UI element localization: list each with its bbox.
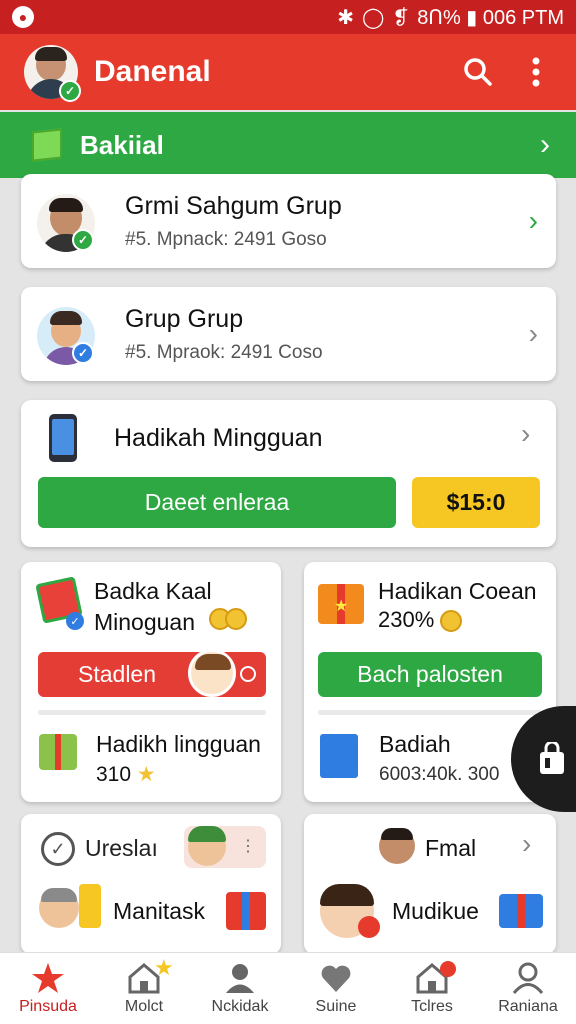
person-icon — [512, 962, 544, 994]
group-subtitle: #5. Mpnack: 2491 Goso — [125, 228, 327, 250]
nav-label: Tclres — [411, 997, 453, 1015]
sparkle-icon: ★ — [154, 955, 174, 980]
avatar[interactable]: ✓ — [24, 45, 81, 102]
circle-icon: ● — [12, 6, 34, 28]
nav-label: Molct — [124, 997, 164, 1015]
avatar — [379, 828, 415, 864]
start-button-label: Stadlen — [78, 661, 157, 687]
more-vert-icon[interactable] — [514, 50, 558, 94]
group-avatar: ✓ — [37, 194, 95, 252]
verified-icon: ✓ — [72, 342, 94, 364]
gift-icon — [226, 892, 266, 930]
app-bar: ✓ Danenal — [0, 34, 576, 110]
nav-label: Raniana — [498, 997, 558, 1015]
trophy-icon — [79, 884, 101, 928]
more-icon: ⋮ — [240, 838, 256, 855]
user-chip[interactable]: ⋮ — [184, 826, 266, 868]
app-title: Danenal — [94, 55, 211, 88]
section-title: Bakiial — [80, 129, 164, 160]
verified-icon: ✓ — [59, 80, 81, 102]
section-header[interactable]: Bakiial › — [0, 112, 576, 178]
group-avatar: ✓ — [37, 307, 95, 365]
claim-button[interactable]: Daeet enleraa — [38, 477, 396, 528]
tile-title: Badka Kaal — [94, 578, 212, 604]
coins-icon — [209, 608, 247, 630]
chevron-right-icon[interactable]: › — [521, 418, 530, 450]
tile-title: Fmal — [425, 835, 477, 861]
notification-badge — [440, 961, 456, 977]
item-value: 310 ★ — [96, 763, 156, 786]
tile-subtitle: Minoguan — [94, 609, 196, 635]
chevron-right-icon: › — [528, 205, 538, 236]
nav-item[interactable]: Tclres — [384, 953, 480, 1024]
item-title: Manitask — [113, 898, 206, 924]
claim-button[interactable]: Bach palosten — [318, 652, 542, 697]
group-title: Grmi Sahgum Grup — [125, 191, 342, 220]
bluetooth-icon: ✱ — [337, 6, 355, 29]
gift-box-icon: ★ — [318, 584, 364, 624]
nav-item[interactable]: Raniana — [480, 953, 576, 1024]
tile-title: Ureslaı — [85, 835, 158, 861]
building-icon — [320, 734, 358, 778]
status-text: 8Ո% ▮ 006 PTM — [417, 6, 564, 29]
tile-subtitle: 230% — [378, 607, 463, 633]
star-icon: ★ — [136, 763, 156, 786]
person-icon — [226, 963, 254, 993]
item-value: 6003:40k. 300 — [379, 764, 500, 785]
nav-label: Nckidak — [211, 997, 269, 1015]
search-icon[interactable] — [456, 50, 500, 94]
item-title: Hadikh lingguan — [96, 731, 261, 757]
avatar — [188, 649, 236, 697]
avatar — [320, 884, 380, 938]
star-icon — [32, 962, 64, 993]
nav-label: Suine — [315, 997, 357, 1015]
nav-label: Pinsuda — [19, 997, 77, 1015]
avatar — [39, 888, 79, 928]
group-card[interactable]: ✓ Grup Grup #5. Mpraok: 2491 Coso › — [21, 287, 556, 381]
item-title: Mudikue — [392, 898, 479, 924]
alarm-icon: ◯ — [362, 6, 385, 29]
cube-icon — [32, 128, 62, 162]
start-button[interactable]: Stadlen — [38, 649, 266, 697]
weekly-card: Hadikah Mingguan › Daeet enleraa $15:0 — [21, 400, 556, 547]
group-subtitle: #5. Mpraok: 2491 Coso — [125, 341, 323, 363]
check-circle-icon: ✓ — [41, 832, 75, 866]
gift-icon — [39, 734, 77, 770]
status-bar: ● ✱ ◯ ❡ 8Ո% ▮ 006 PTM — [0, 0, 576, 34]
amount-badge[interactable]: $15:0 — [412, 477, 540, 528]
nav-item[interactable]: ★ Molct — [96, 953, 192, 1024]
task-tile: ✓ Ureslaı ⋮ Manitask — [21, 814, 281, 954]
verified-icon: ✓ — [72, 229, 94, 251]
group-card[interactable]: ✓ Grmi Sahgum Grup #5. Mpnack: 2491 Goso… — [21, 174, 556, 268]
nav-item[interactable]: Suine — [288, 953, 384, 1024]
heart-icon — [321, 965, 351, 992]
signal-icon: ❡ — [392, 6, 410, 29]
bag-icon — [540, 742, 564, 774]
phone-icon — [49, 414, 77, 462]
chevron-right-icon: › — [540, 128, 550, 161]
gift-icon — [499, 894, 543, 928]
radio-icon — [240, 666, 256, 682]
weekly-title: Hadikah Mingguan — [114, 424, 323, 452]
reward-tile: ✓ Badka Kaal Minoguan Stadlen Hadikh lin… — [21, 562, 281, 802]
nav-item[interactable]: Pinsuda — [0, 953, 96, 1024]
nav-item[interactable]: Nckidak — [192, 953, 288, 1024]
tile-title: Hadikan Coean — [378, 578, 537, 604]
chevron-right-icon: › — [528, 318, 538, 349]
chevron-right-icon[interactable]: › — [522, 828, 531, 860]
item-title: Badiah — [379, 731, 451, 757]
bottom-nav: Pinsuda ★ Molct Nckidak Suine Tclres Ran… — [0, 952, 576, 1024]
task-tile: Fmal › Mudikue — [304, 814, 556, 954]
group-title: Grup Grup — [125, 304, 244, 333]
